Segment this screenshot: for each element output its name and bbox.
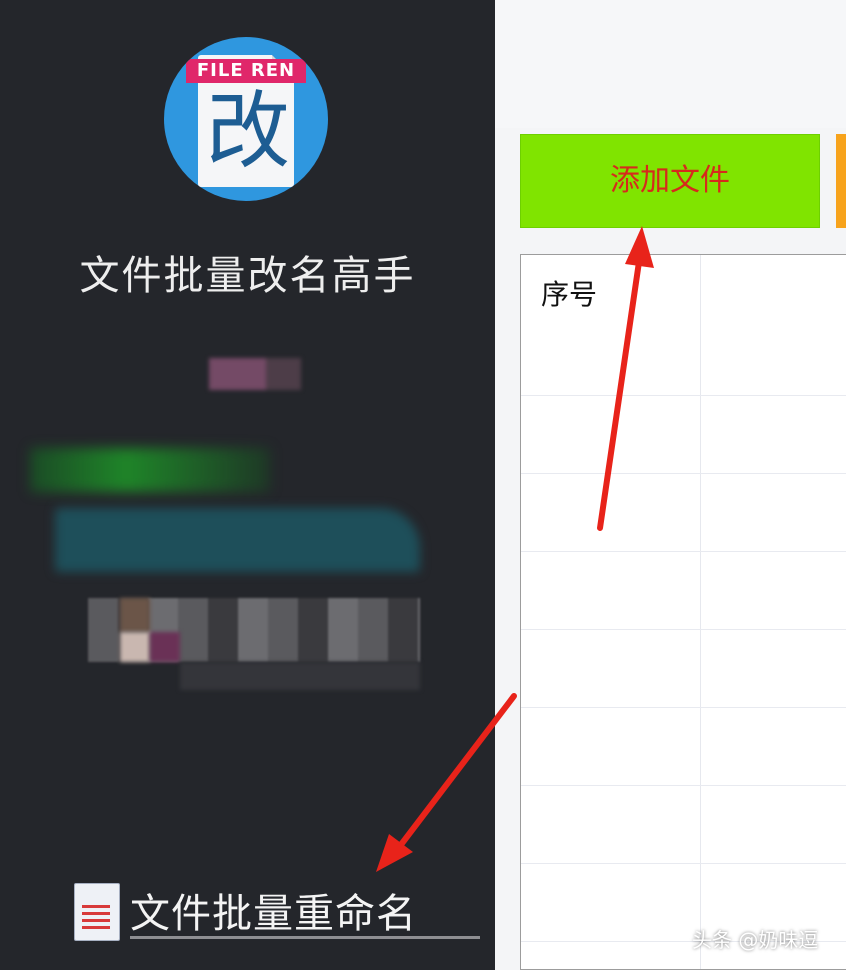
blurred-block xyxy=(55,508,420,572)
sidebar: FILE REN 改 文件批量改名高手 文件批量重命名 xyxy=(0,0,495,970)
menu-item-label: 文件批量重命名 xyxy=(130,891,417,937)
document-icon xyxy=(72,879,122,941)
blurred-block xyxy=(120,632,150,662)
blurred-block xyxy=(150,632,180,662)
menu-item-underline xyxy=(130,936,480,939)
app-logo-icon: FILE REN 改 xyxy=(164,37,328,201)
main-toolbar-area xyxy=(495,0,846,128)
blurred-block xyxy=(180,662,420,690)
table-row xyxy=(521,395,846,396)
blurred-block xyxy=(120,598,150,632)
watermark: 头条 @奶味逗 xyxy=(692,928,819,952)
table-row xyxy=(521,551,846,552)
logo-tag: FILE REN xyxy=(186,59,306,83)
table-row xyxy=(521,785,846,786)
file-table[interactable]: 序号 xyxy=(520,254,846,970)
table-row xyxy=(521,863,846,864)
table-row xyxy=(521,707,846,708)
table-row xyxy=(521,629,846,630)
column-header-index: 序号 xyxy=(541,278,598,311)
menu-item-batch-rename[interactable]: 文件批量重命名 xyxy=(72,878,480,942)
logo-glyph: 改 xyxy=(205,82,290,180)
add-file-button[interactable]: 添加文件 xyxy=(520,134,820,228)
toolbar-button-partial[interactable] xyxy=(836,134,846,228)
column-separator xyxy=(700,255,701,969)
blurred-block xyxy=(30,448,270,492)
app-name: 文件批量改名高手 xyxy=(79,253,416,299)
blurred-block xyxy=(209,358,301,390)
table-row xyxy=(521,473,846,474)
